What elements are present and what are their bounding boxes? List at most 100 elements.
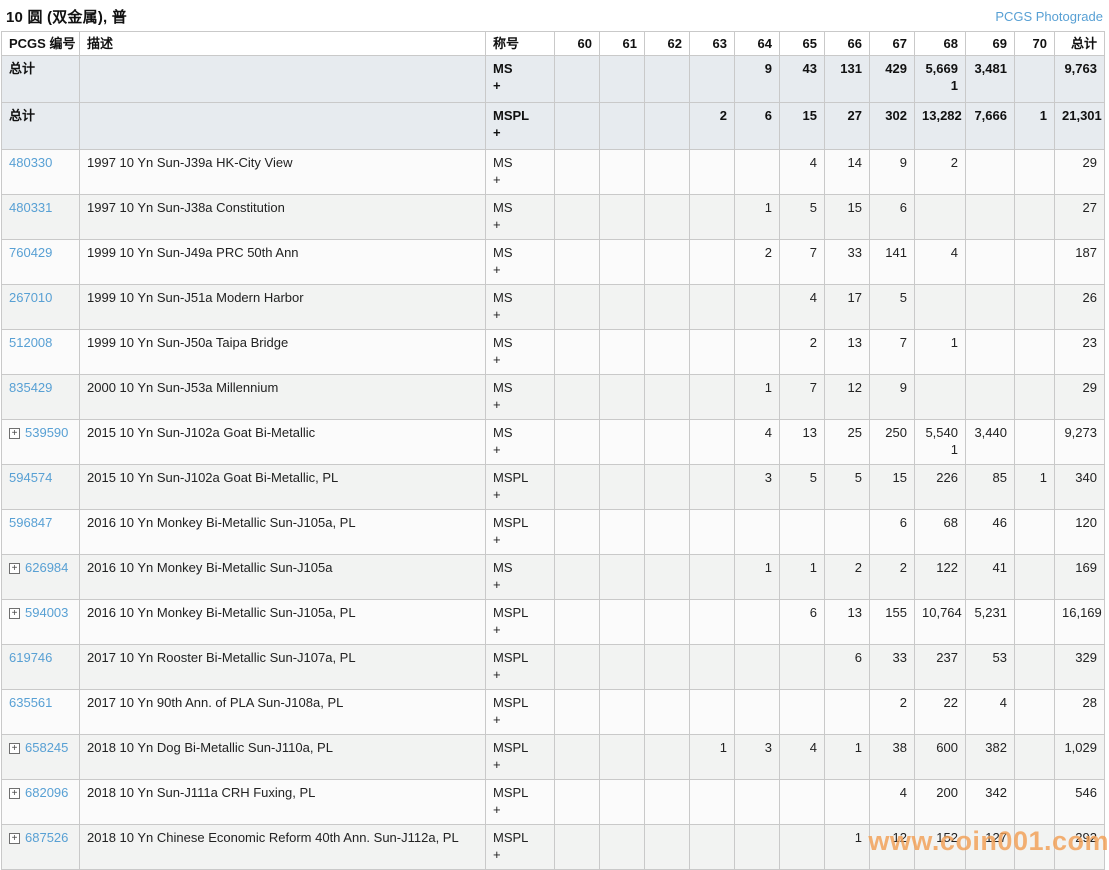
plus-count bbox=[787, 124, 817, 141]
grade-count bbox=[652, 559, 682, 576]
description-cell: 2015 10 Yn Sun-J102a Goat Bi-Metallic bbox=[79, 419, 486, 465]
grade-cell-64: 9 bbox=[734, 55, 780, 103]
plus-count bbox=[562, 846, 592, 863]
coin-description: 1997 10 Yn Sun-J39a HK-City View bbox=[87, 155, 293, 170]
pcgs-number-link[interactable]: 596847 bbox=[9, 515, 52, 530]
expand-plus-icon[interactable]: + bbox=[9, 788, 20, 799]
grade-count: 226 bbox=[936, 470, 958, 485]
grade-cell-70 bbox=[1014, 55, 1055, 103]
grade-count: 53 bbox=[992, 650, 1007, 665]
photograde-link[interactable]: PCGS Photograde bbox=[995, 9, 1103, 24]
grade-cell-67: 302 bbox=[869, 102, 915, 150]
plus-count bbox=[562, 124, 592, 141]
coin-row: +594003 2016 10 Yn Monkey Bi-Metallic Sun… bbox=[1, 599, 1105, 645]
grade-count: 2 bbox=[899, 695, 907, 710]
pcgs-number-link[interactable]: 480331 bbox=[9, 200, 52, 215]
grade-count bbox=[652, 60, 682, 77]
expand-plus-icon[interactable]: + bbox=[9, 563, 20, 574]
grade-count: 5,540 bbox=[925, 425, 958, 440]
grade-count bbox=[562, 604, 592, 621]
grade-count bbox=[922, 199, 958, 216]
grade-count bbox=[562, 649, 592, 666]
plus-count bbox=[787, 846, 817, 863]
pcgs-number-link[interactable]: 682096 bbox=[25, 785, 68, 800]
grade-count bbox=[742, 289, 772, 306]
pcgs-number-link[interactable]: 687526 bbox=[25, 830, 68, 845]
expand-plus-icon[interactable]: + bbox=[9, 428, 20, 439]
expand-plus-icon[interactable]: + bbox=[9, 608, 20, 619]
grade-count bbox=[697, 649, 727, 666]
total-count: 340 bbox=[1075, 470, 1097, 485]
plus-count bbox=[697, 486, 727, 503]
pcgs-number-link[interactable]: 539590 bbox=[25, 425, 68, 440]
grade-cell-66: 131 bbox=[824, 55, 870, 103]
pcgs-number-link[interactable]: 626984 bbox=[25, 560, 68, 575]
grade-count: 2 bbox=[950, 155, 958, 170]
grade-cell-67: 2 bbox=[869, 554, 915, 600]
grade-cell-67: 141 bbox=[869, 239, 915, 285]
plus-count bbox=[973, 531, 1007, 548]
plus-count bbox=[742, 261, 772, 278]
grade-cell-70: 1 bbox=[1014, 464, 1055, 510]
grade-cell-69: 85 bbox=[965, 464, 1015, 510]
grade-count: 5 bbox=[809, 470, 817, 485]
plus-count bbox=[562, 261, 592, 278]
pcgs-number-link[interactable]: 594574 bbox=[9, 470, 52, 485]
grade-count bbox=[607, 379, 637, 396]
total-cell: 27 bbox=[1054, 194, 1105, 240]
grade-cell-68 bbox=[914, 284, 966, 330]
expand-plus-icon[interactable]: + bbox=[9, 743, 20, 754]
plus-count bbox=[877, 77, 907, 94]
grade-cell-66: 1 bbox=[824, 734, 870, 780]
grade-cell-60 bbox=[554, 284, 600, 330]
grade-count: 131 bbox=[840, 61, 862, 76]
designation: MS bbox=[493, 335, 513, 350]
grade-cell-60 bbox=[554, 734, 600, 780]
designation-plus: + bbox=[493, 532, 501, 547]
pcgs-number-link[interactable]: 512008 bbox=[9, 335, 52, 350]
pcgs-number-link[interactable]: 619746 bbox=[9, 650, 52, 665]
pcgs-number-cell: +594003 bbox=[1, 599, 80, 645]
grade-cell-66 bbox=[824, 509, 870, 555]
pcgs-number-link[interactable]: 635561 bbox=[9, 695, 52, 710]
pcgs-number-link[interactable]: 594003 bbox=[25, 605, 68, 620]
grade-count bbox=[607, 107, 637, 124]
coin-description: 1999 10 Yn Sun-J51a Modern Harbor bbox=[87, 290, 304, 305]
pcgs-number-link[interactable]: 835429 bbox=[9, 380, 52, 395]
designation-cell: MSPL + bbox=[485, 824, 555, 870]
total-count: 21,301 bbox=[1062, 108, 1102, 123]
summary-label-cell: 总计 bbox=[1, 55, 80, 103]
plus-count bbox=[697, 124, 727, 141]
grade-cell-69 bbox=[965, 239, 1015, 285]
total-count: 16,169 bbox=[1062, 605, 1102, 620]
grade-count: 2 bbox=[854, 560, 862, 575]
description-cell: 2017 10 Yn Rooster Bi-Metallic Sun-J107a… bbox=[79, 644, 486, 690]
grade-cell-64: 3 bbox=[734, 734, 780, 780]
plus-count bbox=[787, 576, 817, 593]
grade-count bbox=[973, 199, 1007, 216]
grade-cell-70 bbox=[1014, 734, 1055, 780]
grade-cell-64 bbox=[734, 329, 780, 375]
grade-count bbox=[652, 829, 682, 846]
grade-count bbox=[832, 784, 862, 801]
pcgs-number-link[interactable]: 658245 bbox=[25, 740, 68, 755]
grade-cell-61 bbox=[599, 464, 645, 510]
designation-plus: + bbox=[493, 172, 501, 187]
grade-cell-65: 4 bbox=[779, 284, 825, 330]
plus-count bbox=[973, 711, 1007, 728]
plus-count bbox=[607, 711, 637, 728]
pcgs-number-link[interactable]: 760429 bbox=[9, 245, 52, 260]
pcgs-number-link[interactable]: 267010 bbox=[9, 290, 52, 305]
coin-row: +626984 2016 10 Yn Monkey Bi-Metallic Sun… bbox=[1, 554, 1105, 600]
pcgs-number-link[interactable]: 480330 bbox=[9, 155, 52, 170]
expand-plus-icon[interactable]: + bbox=[9, 833, 20, 844]
grade-count bbox=[562, 469, 592, 486]
grade-cell-63: 1 bbox=[689, 734, 735, 780]
grade-count: 9 bbox=[899, 380, 907, 395]
total-count: 9,763 bbox=[1064, 61, 1097, 76]
grade-cell-70 bbox=[1014, 599, 1055, 645]
grade-count bbox=[607, 739, 637, 756]
grade-cell-61 bbox=[599, 284, 645, 330]
total-cell: 28 bbox=[1054, 689, 1105, 735]
population-table: PCGS 编号 描述 称号 60 61 62 63 64 65 66 67 68 69 70 总计 总计 MS… bbox=[1, 31, 1105, 870]
